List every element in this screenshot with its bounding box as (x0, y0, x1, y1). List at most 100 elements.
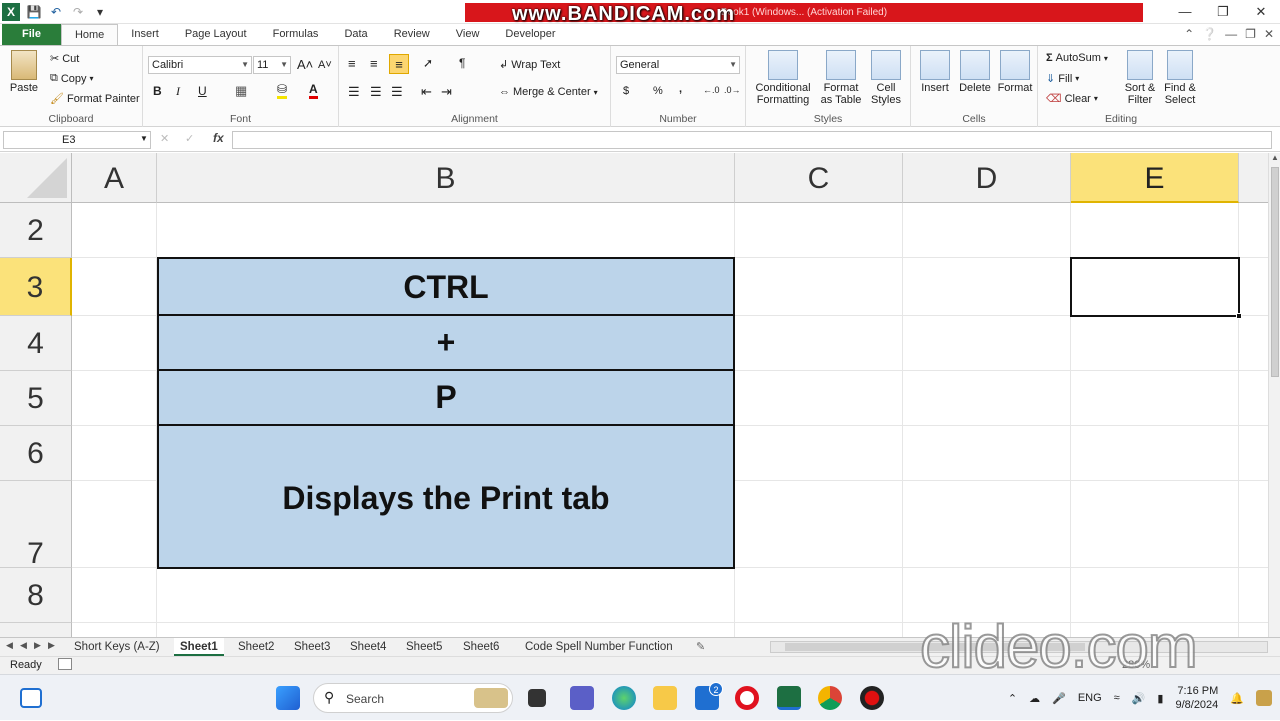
cell-b5[interactable]: P (157, 369, 735, 426)
teams-icon[interactable] (570, 686, 594, 710)
tab-formulas[interactable]: Formulas (260, 24, 332, 45)
delete-cells-button[interactable]: Delete (956, 50, 994, 94)
formula-input[interactable] (232, 131, 1272, 149)
tab-review[interactable]: Review (381, 24, 443, 45)
collapse-ribbon-icon[interactable]: ⌃ (1184, 27, 1194, 41)
sort-filter-button[interactable]: Sort & Filter (1120, 50, 1160, 106)
align-left-button[interactable]: ☰ (348, 84, 360, 100)
volume-icon[interactable]: 🔊 (1132, 692, 1146, 705)
show-hidden-icons-icon[interactable]: ⌃ (1008, 692, 1017, 705)
row-header-7[interactable]: 7 (0, 481, 72, 570)
minimize-icon[interactable]: — (1166, 0, 1204, 24)
clear-button[interactable]: ⌫ Clear ▾ (1046, 92, 1098, 106)
increase-decimal-button[interactable]: ←.0 (703, 85, 720, 95)
opera-icon[interactable] (735, 686, 759, 710)
tab-insert[interactable]: Insert (118, 24, 172, 45)
tab-home[interactable]: Home (60, 24, 119, 45)
format-painter-button[interactable]: 🖌 Format Painter (50, 92, 140, 106)
number-format-select[interactable]: General ▼ (616, 56, 740, 74)
percent-button[interactable]: % (653, 85, 663, 97)
select-all-button[interactable] (0, 153, 72, 203)
taskbar-search[interactable]: ⚲ Search (313, 683, 513, 713)
row-header-2[interactable]: 2 (0, 203, 72, 258)
close-workbook-icon[interactable]: ✕ (1264, 27, 1274, 41)
find-select-button[interactable]: Find & Select (1160, 50, 1200, 106)
fill-button[interactable]: ⇓ Fill ▾ (1046, 72, 1079, 86)
fill-handle[interactable] (1236, 313, 1242, 319)
redo-icon[interactable]: ↷ (70, 4, 86, 20)
active-cell-e3[interactable] (1070, 257, 1240, 317)
start-icon[interactable] (276, 686, 300, 710)
scroll-thumb[interactable] (1271, 167, 1279, 377)
column-header-f[interactable] (1239, 153, 1268, 203)
column-header-b[interactable]: B (157, 153, 735, 203)
save-icon[interactable]: 💾 (26, 4, 42, 20)
decrease-indent-button[interactable]: ⇤ (421, 84, 432, 100)
restore-icon[interactable]: ❐ (1204, 0, 1242, 24)
align-bottom-button[interactable]: ≡ (389, 54, 409, 74)
sheet-tab-sheet5[interactable]: Sheet5 (400, 638, 448, 656)
column-header-a[interactable]: A (72, 153, 157, 203)
tab-file[interactable]: File (2, 24, 61, 45)
font-color-button[interactable]: A (309, 82, 318, 99)
enter-icon[interactable]: ✓ (185, 132, 194, 145)
macro-record-icon[interactable] (58, 658, 72, 670)
row-header-9[interactable] (0, 623, 72, 637)
cell-b3[interactable]: CTRL (157, 257, 735, 316)
column-header-d[interactable]: D (903, 153, 1071, 203)
insert-sheet-icon[interactable]: ✎ (696, 640, 705, 653)
name-box-dropdown-icon[interactable]: ▼ (140, 134, 148, 143)
column-header-c[interactable]: C (735, 153, 903, 203)
wifi-icon[interactable]: ≈ (1114, 692, 1120, 704)
bold-button[interactable]: B (153, 84, 162, 98)
edge-icon[interactable] (612, 686, 636, 710)
vertical-scrollbar[interactable]: ▲ (1268, 153, 1280, 637)
battery-icon[interactable]: ▮ (1157, 692, 1163, 705)
insert-cells-button[interactable]: Insert (916, 50, 954, 94)
currency-button[interactable]: $ (623, 85, 629, 97)
font-name-select[interactable]: Calibri ▼ (148, 56, 252, 74)
row-header-8[interactable]: 8 (0, 568, 72, 623)
underline-button[interactable]: U (198, 84, 207, 98)
cut-button[interactable]: ✂ Cut (50, 52, 79, 66)
format-as-table-button[interactable]: Format as Table (816, 50, 866, 106)
clock[interactable]: 7:16 PM 9/8/2024 (1175, 684, 1218, 712)
font-size-select[interactable]: 11 ▼ (253, 56, 291, 74)
tab-view[interactable]: View (443, 24, 493, 45)
sheet-tab-sheet6[interactable]: Sheet6 (457, 638, 505, 656)
tab-developer[interactable]: Developer (492, 24, 568, 45)
task-view-icon[interactable] (20, 688, 42, 708)
row-header-6[interactable]: 6 (0, 426, 72, 481)
undo-icon[interactable]: ↶ (48, 4, 64, 20)
sheet-tab-code-spell[interactable]: Code Spell Number Function (519, 638, 679, 656)
file-explorer-icon[interactable] (653, 686, 677, 710)
align-top-button[interactable]: ≡ (348, 56, 356, 71)
record-icon[interactable] (860, 686, 884, 710)
last-sheet-icon[interactable]: ▶ (48, 640, 55, 651)
orientation-button[interactable]: ➚ (423, 56, 433, 70)
row-header-4[interactable]: 4 (0, 316, 72, 371)
help-icon[interactable]: ❔ (1202, 27, 1217, 41)
conditional-formatting-button[interactable]: Conditional Formatting (752, 50, 814, 106)
copy-button[interactable]: ⧉ Copy ▾ (50, 72, 94, 85)
row-header-3[interactable]: 3 (0, 258, 72, 316)
paste-button[interactable]: Paste (6, 50, 42, 94)
borders-button[interactable]: ▦ (235, 83, 247, 99)
increase-indent-button[interactable]: ⇥ (441, 84, 452, 100)
align-center-button[interactable]: ☰ (370, 84, 382, 100)
name-box[interactable]: E3 (3, 131, 151, 149)
merge-center-button[interactable]: ⇔ Merge & Center ▾ (499, 86, 598, 98)
language-indicator[interactable]: ENG (1078, 692, 1102, 704)
sheet-tab-short-keys[interactable]: Short Keys (A-Z) (68, 638, 166, 656)
align-middle-button[interactable]: ≡ (370, 56, 378, 71)
scroll-up-icon[interactable]: ▲ (1271, 153, 1279, 162)
sheet-tab-sheet4[interactable]: Sheet4 (344, 638, 392, 656)
notification-bell-icon[interactable]: 🔔 (1230, 692, 1244, 705)
prev-sheet-icon[interactable]: ◀ (20, 640, 27, 651)
cancel-icon[interactable]: ✕ (160, 132, 169, 145)
sheet-tab-sheet3[interactable]: Sheet3 (288, 638, 336, 656)
format-cells-button[interactable]: Format (995, 50, 1035, 94)
close-icon[interactable]: ✕ (1242, 0, 1280, 24)
first-sheet-icon[interactable]: ◀ (6, 640, 13, 651)
row-header-5[interactable]: 5 (0, 371, 72, 426)
